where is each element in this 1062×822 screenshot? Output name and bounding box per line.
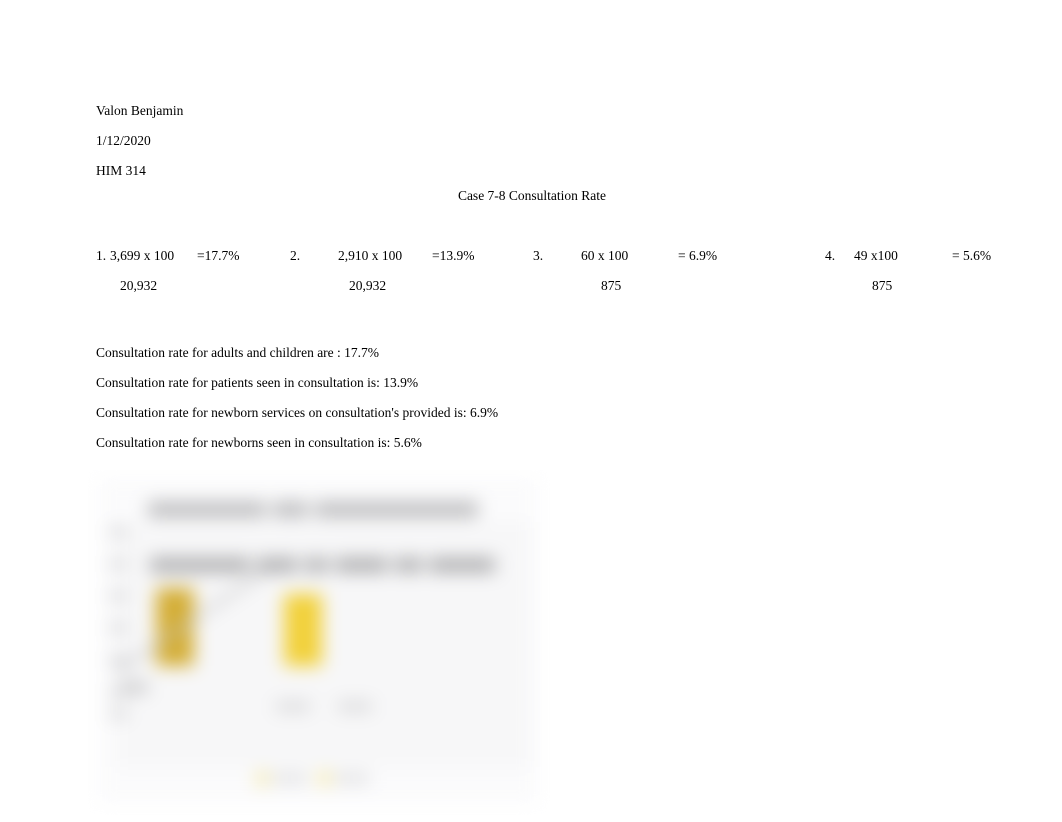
calculation-denominator: 875 (601, 278, 622, 293)
calculation-item-3: 3. 60 x 100 875 = 6.9% (533, 246, 753, 306)
chart-x-tick-label (338, 702, 372, 711)
calculation-index: 3. (533, 248, 544, 263)
calculation-result: = 6.9% (678, 248, 718, 263)
calculation-item-1: 1. 3,699 x 100 20,932 =17.7% (96, 246, 296, 306)
course-code: HIM 314 (96, 163, 146, 178)
legend-swatch-icon (256, 772, 269, 785)
calculation-numerator: 49 x100 (854, 248, 898, 263)
chart-blur-layer (88, 470, 550, 815)
answer-line: Consultation rate for patients seen in c… (96, 375, 419, 390)
answer-line: Consultation rate for adults and childre… (96, 345, 380, 360)
calculation-denominator: 20,932 (120, 278, 158, 293)
calculation-item-2: 2. 2,910 x 100 20,932 =13.9% (290, 246, 520, 306)
document-page: Valon Benjamin 1/12/2020 HIM 314 Case 7-… (0, 0, 1062, 822)
page-title: Case 7-8 Consultation Rate (0, 188, 1062, 204)
chart-x-tick-label (276, 702, 310, 711)
page-title-text: Case 7-8 Consultation Rate (457, 188, 607, 203)
embedded-bar-chart: Consultation Rate for Newborns Consultat… (88, 470, 550, 815)
answer-line: Consultation rate for newborn services o… (96, 405, 499, 420)
chart-axis-label (122, 682, 148, 693)
calculation-index: 2. (290, 248, 301, 263)
calculation-item-4: 4. 49 x100 875 = 5.6% (825, 246, 1062, 306)
chart-bar (284, 594, 322, 666)
calculation-denominator: 875 (872, 278, 893, 293)
calculation-row: 1. 3,699 x 100 20,932 =17.7% 2. 2,910 x … (96, 246, 996, 306)
document-header: Valon Benjamin 1/12/2020 HIM 314 (96, 96, 183, 186)
calculation-result: =13.9% (432, 248, 475, 263)
chart-bar (156, 588, 194, 666)
chart-bar-group (128, 588, 428, 666)
calculation-numerator: 3,699 x 100 (110, 248, 175, 263)
legend-entry-glyphs (273, 774, 307, 783)
author-name: Valon Benjamin (96, 103, 184, 118)
answer-line: Consultation rate for newborns seen in c… (96, 435, 422, 450)
calculation-denominator: 20,932 (349, 278, 387, 293)
legend-entry-glyphs (335, 774, 369, 783)
calculation-index: 4. (825, 248, 836, 263)
calculation-result: = 5.6% (952, 248, 992, 263)
legend-swatch-icon (318, 772, 331, 785)
chart-subtitle-glyphs (150, 558, 495, 572)
calculation-index: 1. (96, 248, 107, 263)
calculation-numerator: 2,910 x 100 (338, 248, 403, 263)
chart-legend (256, 770, 416, 788)
document-date: 1/12/2020 (96, 133, 151, 148)
chart-title-glyphs (148, 502, 478, 517)
calculation-numerator: 60 x 100 (581, 248, 629, 263)
answer-list: Consultation rate for adults and childre… (96, 338, 498, 458)
calculation-result: =17.7% (197, 248, 240, 263)
